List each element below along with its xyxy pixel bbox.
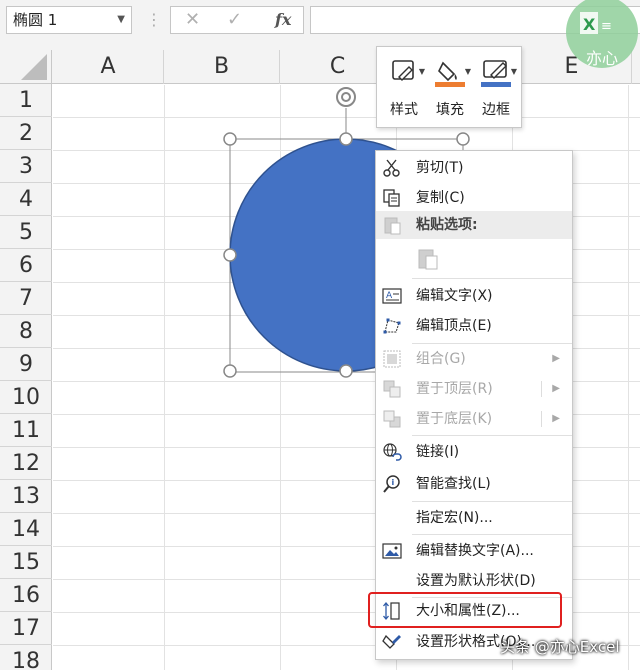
menu-item-edit-text[interactable]: A 编辑文字(X) bbox=[376, 281, 572, 311]
resize-handle[interactable] bbox=[223, 364, 237, 378]
menu-item-label: 组合(G) bbox=[416, 351, 466, 367]
shape-style-icon bbox=[392, 60, 414, 81]
paste-options-label: 粘贴选项: bbox=[416, 217, 478, 233]
outline-button[interactable]: ▼ 边框 bbox=[473, 53, 519, 123]
smart-lookup-icon: i bbox=[383, 475, 400, 493]
watermark-text: 头条 @亦心Excel bbox=[500, 638, 620, 656]
menu-item-label: 剪切(T) bbox=[416, 160, 464, 176]
copy-icon bbox=[383, 189, 400, 207]
menu-item-group: 组合(G) ▶ bbox=[376, 344, 572, 374]
outline-label: 边框 bbox=[482, 102, 510, 118]
send-back-icon bbox=[383, 410, 401, 428]
paste-option-icon[interactable] bbox=[416, 247, 440, 271]
menu-item-cut[interactable]: 剪切(T) bbox=[376, 153, 572, 183]
svg-text:i: i bbox=[392, 478, 395, 487]
menu-item-edit-alt-text[interactable]: 编辑替换文字(A)... bbox=[376, 536, 572, 566]
menu-item-bring-to-front: 置于顶层(R) ▶ bbox=[376, 374, 572, 404]
resize-handle[interactable] bbox=[223, 132, 237, 146]
menu-item-edit-points[interactable]: 编辑顶点(E) bbox=[376, 311, 572, 341]
context-menu: 剪切(T) 复制(C) 粘贴选项: A 编辑文字(X) 编辑顶点(E) 组合(G… bbox=[375, 150, 573, 660]
mini-toolbar: ▼ 样式 ▼ 填充 ▼ 边框 bbox=[376, 46, 522, 128]
menu-item-label: 置于底层(K) bbox=[416, 411, 493, 427]
excel-window: 椭圆 1 ▼ ⋮ ✕ ✓ fx A B C D E 1 2 3 4 5 6 7 … bbox=[0, 0, 640, 670]
paste-options-header: 粘贴选项: bbox=[376, 211, 572, 239]
edit-points-icon bbox=[383, 318, 401, 334]
menu-item-link[interactable]: 链接(I) bbox=[376, 437, 572, 467]
submenu-arrow-icon: ▶ bbox=[552, 413, 560, 424]
style-label: 样式 bbox=[390, 102, 418, 118]
chevron-down-icon[interactable]: ▼ bbox=[465, 67, 471, 76]
format-shape-icon bbox=[382, 634, 401, 649]
resize-handle[interactable] bbox=[223, 248, 237, 262]
submenu-arrow-icon: ▶ bbox=[552, 353, 560, 364]
menu-item-label: 指定宏(N)... bbox=[416, 510, 493, 526]
resize-handle[interactable] bbox=[339, 132, 353, 146]
menu-item-label: 编辑替换文字(A)... bbox=[416, 543, 534, 559]
chevron-down-icon[interactable]: ▼ bbox=[419, 67, 425, 76]
resize-handle[interactable] bbox=[339, 364, 353, 378]
menu-item-label: 编辑文字(X) bbox=[416, 288, 493, 304]
highlight-box bbox=[368, 592, 562, 628]
svg-text:≡: ≡ bbox=[601, 19, 612, 34]
svg-text:X: X bbox=[583, 15, 596, 34]
paste-icon bbox=[384, 217, 401, 235]
menu-item-label: 置于顶层(R) bbox=[416, 381, 493, 397]
link-icon bbox=[383, 443, 402, 461]
menu-item-assign-macro[interactable]: 指定宏(N)... bbox=[376, 503, 572, 533]
menu-item-send-to-back: 置于底层(K) ▶ bbox=[376, 404, 572, 434]
fill-button[interactable]: ▼ 填充 bbox=[427, 53, 473, 123]
style-button[interactable]: ▼ 样式 bbox=[381, 53, 427, 123]
menu-item-label: 智能查找(L) bbox=[416, 476, 491, 492]
bring-front-icon bbox=[383, 380, 401, 398]
outline-pen-icon bbox=[481, 60, 511, 87]
menu-item-copy[interactable]: 复制(C) bbox=[376, 183, 572, 213]
scissors-icon bbox=[383, 159, 400, 177]
excel-logo-watermark: X ≡ 亦心 bbox=[566, 0, 638, 68]
alt-text-icon bbox=[382, 543, 402, 559]
logo-text: 亦心 bbox=[586, 49, 618, 68]
menu-item-label: 链接(I) bbox=[416, 444, 460, 460]
rotate-handle-icon[interactable] bbox=[336, 87, 356, 107]
submenu-arrow-icon: ▶ bbox=[552, 383, 560, 394]
chevron-down-icon[interactable]: ▼ bbox=[511, 67, 517, 76]
fill-bucket-icon bbox=[435, 61, 465, 87]
menu-item-label: 复制(C) bbox=[416, 190, 465, 206]
group-icon bbox=[383, 350, 401, 368]
fill-label: 填充 bbox=[436, 102, 464, 118]
resize-handle[interactable] bbox=[456, 132, 470, 146]
menu-item-smart-lookup[interactable]: i 智能查找(L) bbox=[376, 469, 572, 499]
edit-text-icon: A bbox=[382, 288, 402, 304]
menu-item-label: 编辑顶点(E) bbox=[416, 318, 492, 334]
